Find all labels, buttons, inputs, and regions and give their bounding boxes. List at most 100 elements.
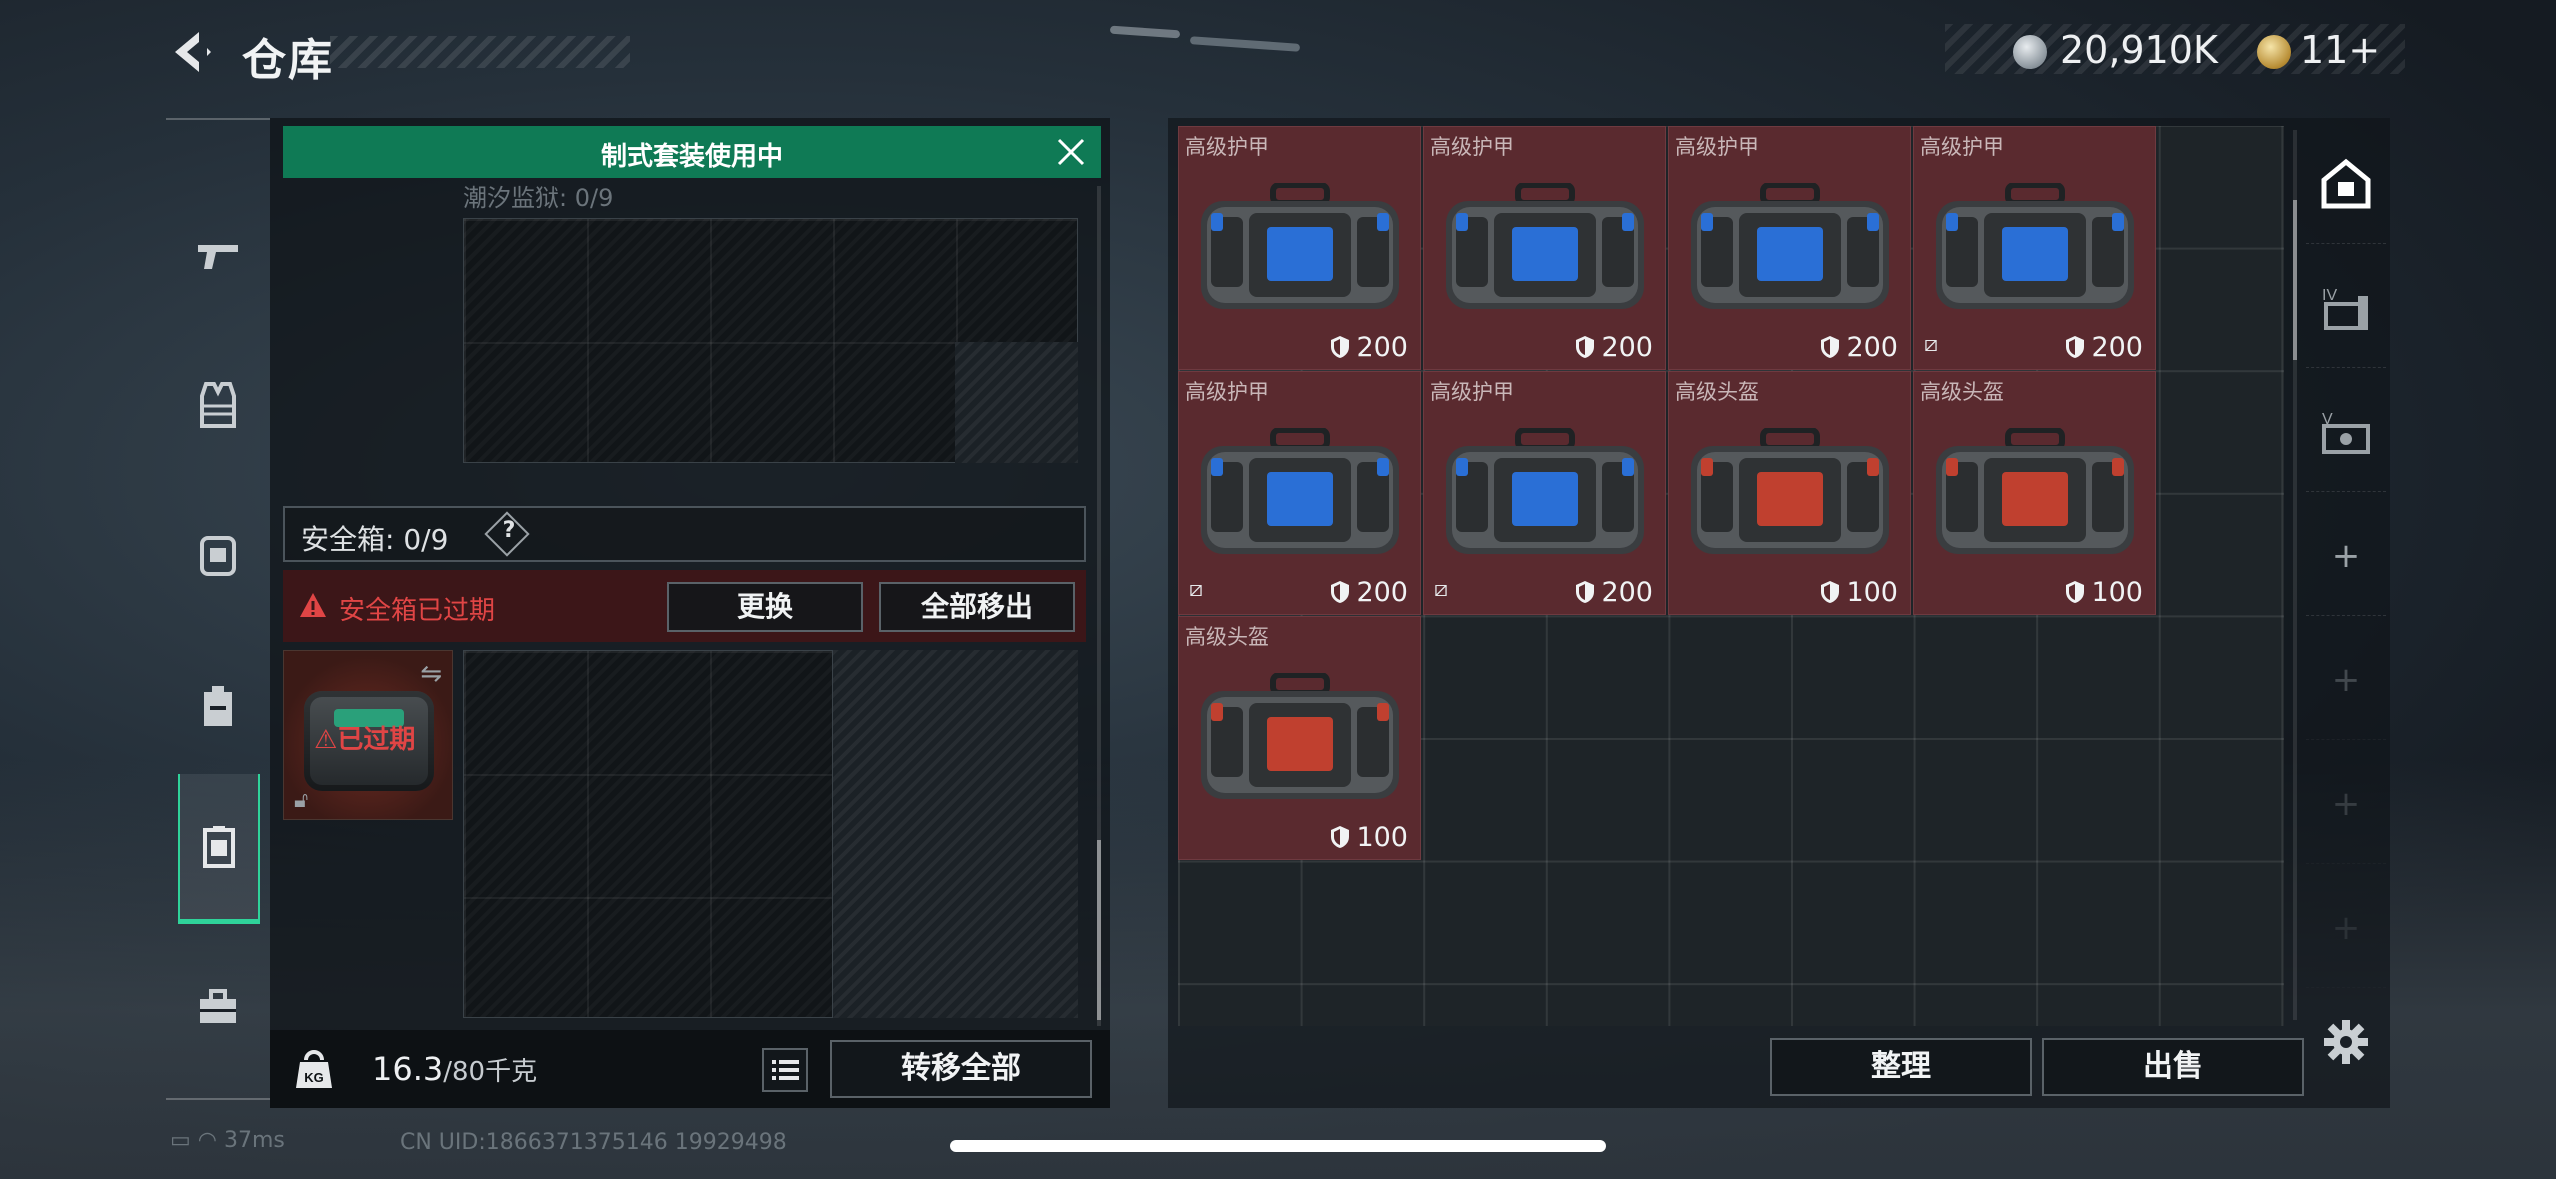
gear-bag-icon bbox=[1201, 673, 1399, 799]
home-indicator[interactable] bbox=[950, 1140, 1606, 1152]
rig-icon bbox=[200, 536, 236, 576]
shield-icon bbox=[1331, 581, 1350, 603]
page-title: 仓库 bbox=[242, 35, 334, 86]
item-name: 高级头盔 bbox=[1185, 625, 1269, 649]
close-icon bbox=[1057, 138, 1085, 166]
storage-item[interactable]: 高级护甲 200 bbox=[1668, 126, 1911, 370]
backpack-icon bbox=[204, 686, 232, 726]
storage-item[interactable]: 高级头盔 100 bbox=[1668, 371, 1911, 615]
item-durability-value: 200 bbox=[1846, 332, 1898, 363]
safebox-bar: 安全箱: 0/9 ? bbox=[283, 506, 1086, 562]
svg-text:IV: IV bbox=[2322, 287, 2337, 304]
safebox-grid-locked bbox=[833, 650, 1078, 1018]
item-name: 高级护甲 bbox=[1675, 135, 1759, 159]
gear-bag-icon bbox=[1446, 428, 1644, 554]
rail-item-backpack[interactable] bbox=[166, 630, 270, 780]
safebox-capacity-label: 安全箱: 0/9 bbox=[301, 523, 449, 556]
storage-item[interactable]: 高级护甲 ⧄ 200 bbox=[1913, 126, 2156, 370]
close-button[interactable] bbox=[1055, 136, 1087, 168]
item-durability-value: 200 bbox=[2091, 332, 2143, 363]
gear-bag-icon bbox=[1936, 428, 2134, 554]
storage-tab-add[interactable]: + bbox=[2306, 868, 2386, 988]
item-durability: 200 bbox=[1330, 577, 1408, 608]
left-scrollbar-thumb[interactable] bbox=[1097, 840, 1101, 1020]
rail-item-weapons[interactable] bbox=[166, 180, 270, 330]
storage-item[interactable]: 高级护甲 ⧄ 200 bbox=[1423, 371, 1666, 615]
currency-value[interactable]: 20,910K bbox=[2060, 28, 2218, 72]
vest-icon bbox=[200, 382, 236, 428]
case-expired-text: 已过期 bbox=[337, 725, 416, 755]
gear-icon bbox=[2324, 1020, 2368, 1064]
gear-bag-icon bbox=[1936, 183, 2134, 309]
shield-icon bbox=[1331, 336, 1350, 358]
shield-icon bbox=[1576, 581, 1595, 603]
briefcase-icon bbox=[200, 989, 236, 1023]
swap-button[interactable]: 更换 bbox=[667, 582, 863, 632]
gear-bag-icon bbox=[1691, 428, 1889, 554]
kit-in-use-banner: 制式套装使用中 bbox=[283, 126, 1101, 178]
safebox-slot[interactable]: ⇋ ⚠已过期 🔓︎ bbox=[283, 650, 453, 820]
sell-button[interactable]: 出售 bbox=[2042, 1038, 2304, 1096]
storage-item[interactable]: 高级护甲 200 bbox=[1423, 126, 1666, 370]
tidal-prison-label: 潮汐监狱: 0/9 bbox=[463, 184, 614, 212]
storage-tab-add[interactable]: + bbox=[2306, 744, 2386, 864]
token-value[interactable]: 11+ bbox=[2300, 28, 2380, 72]
rail-item-safebox[interactable] bbox=[178, 774, 260, 924]
list-view-button[interactable] bbox=[762, 1048, 808, 1092]
item-durability-value: 200 bbox=[1601, 332, 1653, 363]
storage-v-icon: V bbox=[2322, 411, 2370, 454]
rail-item-briefcase[interactable] bbox=[166, 932, 270, 1082]
shield-icon bbox=[2066, 581, 2085, 603]
expired-warning-text: 安全箱已过期 bbox=[339, 596, 496, 626]
token-icon bbox=[2257, 35, 2291, 69]
item-durability: 100 bbox=[1820, 577, 1898, 608]
shield-icon bbox=[1331, 826, 1350, 848]
kit-banner-text: 制式套装使用中 bbox=[600, 142, 783, 172]
storage-tab-add[interactable]: + bbox=[2306, 496, 2386, 616]
settings-button[interactable] bbox=[2322, 1018, 2370, 1066]
shield-icon bbox=[1576, 336, 1595, 358]
gear-bag-icon bbox=[1446, 183, 1644, 309]
safebox-grid[interactable] bbox=[463, 650, 833, 1018]
equipment-category-rail bbox=[166, 118, 270, 1100]
broken-shield-icon: ⧄ bbox=[1434, 577, 1448, 602]
storage-item[interactable]: 高级头盔 100 bbox=[1178, 616, 1421, 860]
swap-icon[interactable]: ⇋ bbox=[420, 659, 442, 689]
gun-icon bbox=[198, 245, 238, 269]
item-durability: 200 bbox=[2065, 332, 2143, 363]
rail-item-armor[interactable] bbox=[166, 330, 270, 480]
case-expired-label: ⚠已过期 bbox=[314, 725, 416, 755]
storage-tab-v[interactable]: V bbox=[2306, 372, 2386, 492]
warning-icon bbox=[300, 593, 326, 617]
back-button[interactable] bbox=[165, 26, 217, 78]
storage-item[interactable]: 高级护甲 ⧄ 200 bbox=[1178, 371, 1421, 615]
gear-bag-icon bbox=[1201, 183, 1399, 309]
item-durability-value: 100 bbox=[1846, 577, 1898, 608]
item-durability: 200 bbox=[1575, 332, 1653, 363]
item-durability: 200 bbox=[1820, 332, 1898, 363]
storage-tab-iv[interactable]: IV bbox=[2306, 248, 2386, 368]
weight-current-value: 16.3 bbox=[372, 1050, 444, 1088]
grid-blocked-cell bbox=[955, 342, 1078, 463]
header: 仓库 20,910K 11+ bbox=[0, 0, 2556, 110]
storage-item[interactable]: 高级头盔 100 bbox=[1913, 371, 2156, 615]
help-mark: ? bbox=[502, 518, 516, 543]
storage-tab-add[interactable]: + bbox=[2306, 620, 2386, 740]
coin-icon bbox=[2013, 35, 2047, 69]
transfer-all-button[interactable]: 转移全部 bbox=[830, 1040, 1092, 1098]
gear-bag-icon bbox=[1201, 428, 1399, 554]
item-name: 高级护甲 bbox=[1185, 135, 1269, 159]
weight-kg-icon: KG bbox=[296, 1050, 332, 1088]
storage-tab-home[interactable] bbox=[2306, 124, 2386, 244]
storage-item[interactable]: 高级护甲 200 bbox=[1178, 126, 1421, 370]
organize-button[interactable]: 整理 bbox=[1770, 1038, 2032, 1096]
item-name: 高级护甲 bbox=[1430, 380, 1514, 404]
storage-tab-rail: IV V + + + + bbox=[2306, 124, 2386, 1024]
item-durability-value: 100 bbox=[2091, 577, 2143, 608]
item-durability-value: 200 bbox=[1356, 332, 1408, 363]
move-all-out-button[interactable]: 全部移出 bbox=[879, 582, 1075, 632]
status-bar: ▭ ◠ 37ms bbox=[170, 1128, 285, 1153]
storage-scrollbar-thumb[interactable] bbox=[2293, 200, 2297, 360]
rail-item-rig[interactable] bbox=[166, 480, 270, 630]
shield-icon bbox=[2066, 336, 2085, 358]
